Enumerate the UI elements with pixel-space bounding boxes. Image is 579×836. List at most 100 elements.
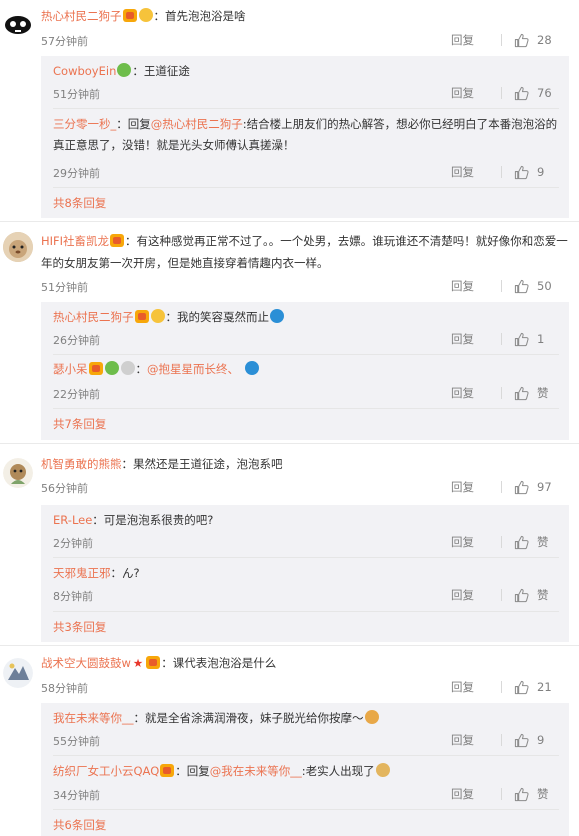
user-avatar[interactable] xyxy=(3,458,33,488)
like-count: 76 xyxy=(537,86,552,100)
sub-reply-body: 瑟小呆 ：@抱星星而长终、 xyxy=(53,359,559,380)
more-replies-link[interactable]: 共6条回复 xyxy=(53,817,106,833)
reply-button[interactable]: 回复 xyxy=(451,587,501,603)
reply-button[interactable]: 回复 xyxy=(451,479,501,495)
user-avatar[interactable] xyxy=(3,8,33,38)
user-avatar[interactable] xyxy=(3,658,33,688)
reply-button[interactable]: 回复 xyxy=(451,385,501,401)
like-thumb-icon[interactable] xyxy=(514,165,529,180)
comment-text: ：课代表泡泡浴是什么 xyxy=(161,656,277,670)
like-thumb-icon[interactable] xyxy=(514,279,529,294)
username-link[interactable]: 瑟小呆 xyxy=(53,362,88,376)
username-link[interactable]: CowboyEin xyxy=(53,64,116,78)
divider xyxy=(53,187,559,188)
sub-reply-time: 51分钟前 xyxy=(53,88,100,101)
reply-button[interactable]: 回复 xyxy=(451,278,501,294)
sub-reply: ER-Lee：可是泡泡系很贵的吧? 2分钟前 回复 赞 xyxy=(41,505,569,557)
watermelon-emoji-icon xyxy=(117,63,132,77)
mention-link[interactable]: @抱星星而长终、 xyxy=(147,362,239,376)
sub-reply: 三分零一秒_：回复@热心村民二狗子:结合楼上朋友们的热心解答，想必你已经明白了本… xyxy=(41,109,569,186)
like-count: 赞 xyxy=(537,787,549,801)
username-link[interactable]: ER-Lee xyxy=(53,513,92,527)
sub-reply: 热心村民二狗子 ：我的笑容戛然而止 26分钟前 回复 1 xyxy=(41,302,569,354)
ring-emoji-icon xyxy=(120,361,135,375)
sunglasses-emoji-icon xyxy=(138,8,153,22)
comment-time: 56分钟前 xyxy=(41,482,88,495)
username-link[interactable]: 战术空大圆鼓鼓w xyxy=(41,656,131,670)
like-count: 9 xyxy=(537,165,545,179)
sub-reply: 天邪鬼正邪：ん? 8分钟前 回复 赞 xyxy=(41,558,569,610)
reply-box: 我在未来等你__：就是全省涂满润滑夜，妹子脱光给你按摩～ 55分钟前 回复 9 纺… xyxy=(41,703,569,836)
username-link[interactable]: 热心村民二狗子 xyxy=(41,9,122,23)
like-thumb-icon[interactable] xyxy=(514,588,529,603)
sub-reply-text: ：王道征途 xyxy=(132,64,190,78)
like-count: 赞 xyxy=(537,386,549,400)
mention-link[interactable]: @热心村民二狗子 xyxy=(151,117,243,131)
sub-reply-body: ER-Lee：可是泡泡系很贵的吧? xyxy=(53,510,559,531)
username-link[interactable]: 我在未来等你__ xyxy=(53,711,134,725)
reply-button[interactable]: 回复 xyxy=(451,786,501,802)
comment-actions: 回复 97 xyxy=(451,479,555,495)
sub-reply: CowboyEin ：王道征途 51分钟前 回复 76 xyxy=(41,56,569,108)
divider xyxy=(53,611,559,612)
reply-button[interactable]: 回复 xyxy=(451,732,501,748)
sub-reply-time: 22分钟前 xyxy=(53,388,100,401)
sub-reply: 瑟小呆 ：@抱星星而长终、 22分钟前 回复 赞 xyxy=(41,355,569,407)
username-link[interactable]: 三分零一秒_ xyxy=(53,117,116,131)
mention-link[interactable]: @我在未来等你__ xyxy=(210,764,302,778)
sub-reply-time: 26分钟前 xyxy=(53,334,100,347)
like-count: 97 xyxy=(537,480,552,494)
divider xyxy=(501,280,502,292)
like-thumb-icon[interactable] xyxy=(514,386,529,401)
sub-reply-text: :老实人出现了 xyxy=(301,764,375,778)
like-thumb-icon[interactable] xyxy=(514,680,529,695)
doraemon-emoji-icon xyxy=(270,309,284,323)
comment-thread: HIFI社畜凯龙 ：有这种感觉再正常不过了。。一个处男，去嫖。谁玩谁还不清楚吗！就… xyxy=(0,222,579,444)
like-thumb-icon[interactable] xyxy=(514,332,529,347)
like-count: 28 xyxy=(537,33,552,47)
reply-button[interactable]: 回复 xyxy=(451,85,501,101)
more-replies-link[interactable]: 共3条回复 xyxy=(53,619,106,635)
sub-reply-text: ：可是泡泡系很贵的吧? xyxy=(92,513,214,527)
comment-time: 51分钟前 xyxy=(41,281,88,294)
reply-button[interactable]: 回复 xyxy=(451,32,501,48)
like-count: 1 xyxy=(537,332,545,346)
sub-reply: 纺织厂女工小云QAQ ：回复@我在未来等你__:老实人出现了 34分钟前 回复 赞 xyxy=(41,756,569,808)
reply-box: ER-Lee：可是泡泡系很贵的吧? 2分钟前 回复赞 天邪鬼正邪：ん? 8分钟前… xyxy=(41,505,569,642)
reply-button[interactable]: 回复 xyxy=(451,679,501,695)
more-replies-link[interactable]: 共7条回复 xyxy=(53,416,106,432)
divider xyxy=(501,788,502,800)
more-replies-link[interactable]: 共8条回复 xyxy=(53,195,106,211)
comment-time: 57分钟前 xyxy=(41,35,88,48)
like-count: 50 xyxy=(537,279,552,293)
like-thumb-icon[interactable] xyxy=(514,733,529,748)
divider xyxy=(501,536,502,548)
username-link[interactable]: 纺织厂女工小云QAQ xyxy=(53,764,159,778)
comment-thread: 机智勇敢的熊熊：果然还是王道征途，泡泡系吧 56分钟前 回复 97 ER-Lee：… xyxy=(0,444,579,644)
comment-actions: 回复 50 xyxy=(451,278,555,294)
reply-prefix: ：回复 xyxy=(116,117,151,131)
star-icon: ★ xyxy=(132,656,144,670)
username-link[interactable]: HIFI社畜凯龙 xyxy=(41,234,109,248)
like-thumb-icon[interactable] xyxy=(514,33,529,48)
like-count: 赞 xyxy=(537,535,549,549)
like-thumb-icon[interactable] xyxy=(514,86,529,101)
like-thumb-icon[interactable] xyxy=(514,480,529,495)
username-link[interactable]: 天邪鬼正邪 xyxy=(53,566,111,580)
sub-reply-actions: 回复 赞 xyxy=(451,587,555,603)
comment-text: ：首先泡泡浴是啥 xyxy=(153,9,246,23)
divider xyxy=(501,481,502,493)
username-link[interactable]: 机智勇敢的熊熊 xyxy=(41,457,122,471)
username-link[interactable]: 热心村民二狗子 xyxy=(53,310,134,324)
divider xyxy=(501,387,502,399)
divider xyxy=(501,734,502,746)
vip-badge-icon xyxy=(134,310,149,323)
reply-box: CowboyEin ：王道征途 51分钟前 回复 76 三分零一秒_：回复@热心村民… xyxy=(41,56,569,218)
user-avatar[interactable] xyxy=(3,232,33,262)
sub-reply-text: ：就是全省涂满润滑夜，妹子脱光给你按摩～ xyxy=(133,711,364,725)
reply-button[interactable]: 回复 xyxy=(451,534,501,550)
like-thumb-icon[interactable] xyxy=(514,535,529,550)
like-thumb-icon[interactable] xyxy=(514,787,529,802)
reply-button[interactable]: 回复 xyxy=(451,331,501,347)
reply-button[interactable]: 回复 xyxy=(451,164,501,180)
